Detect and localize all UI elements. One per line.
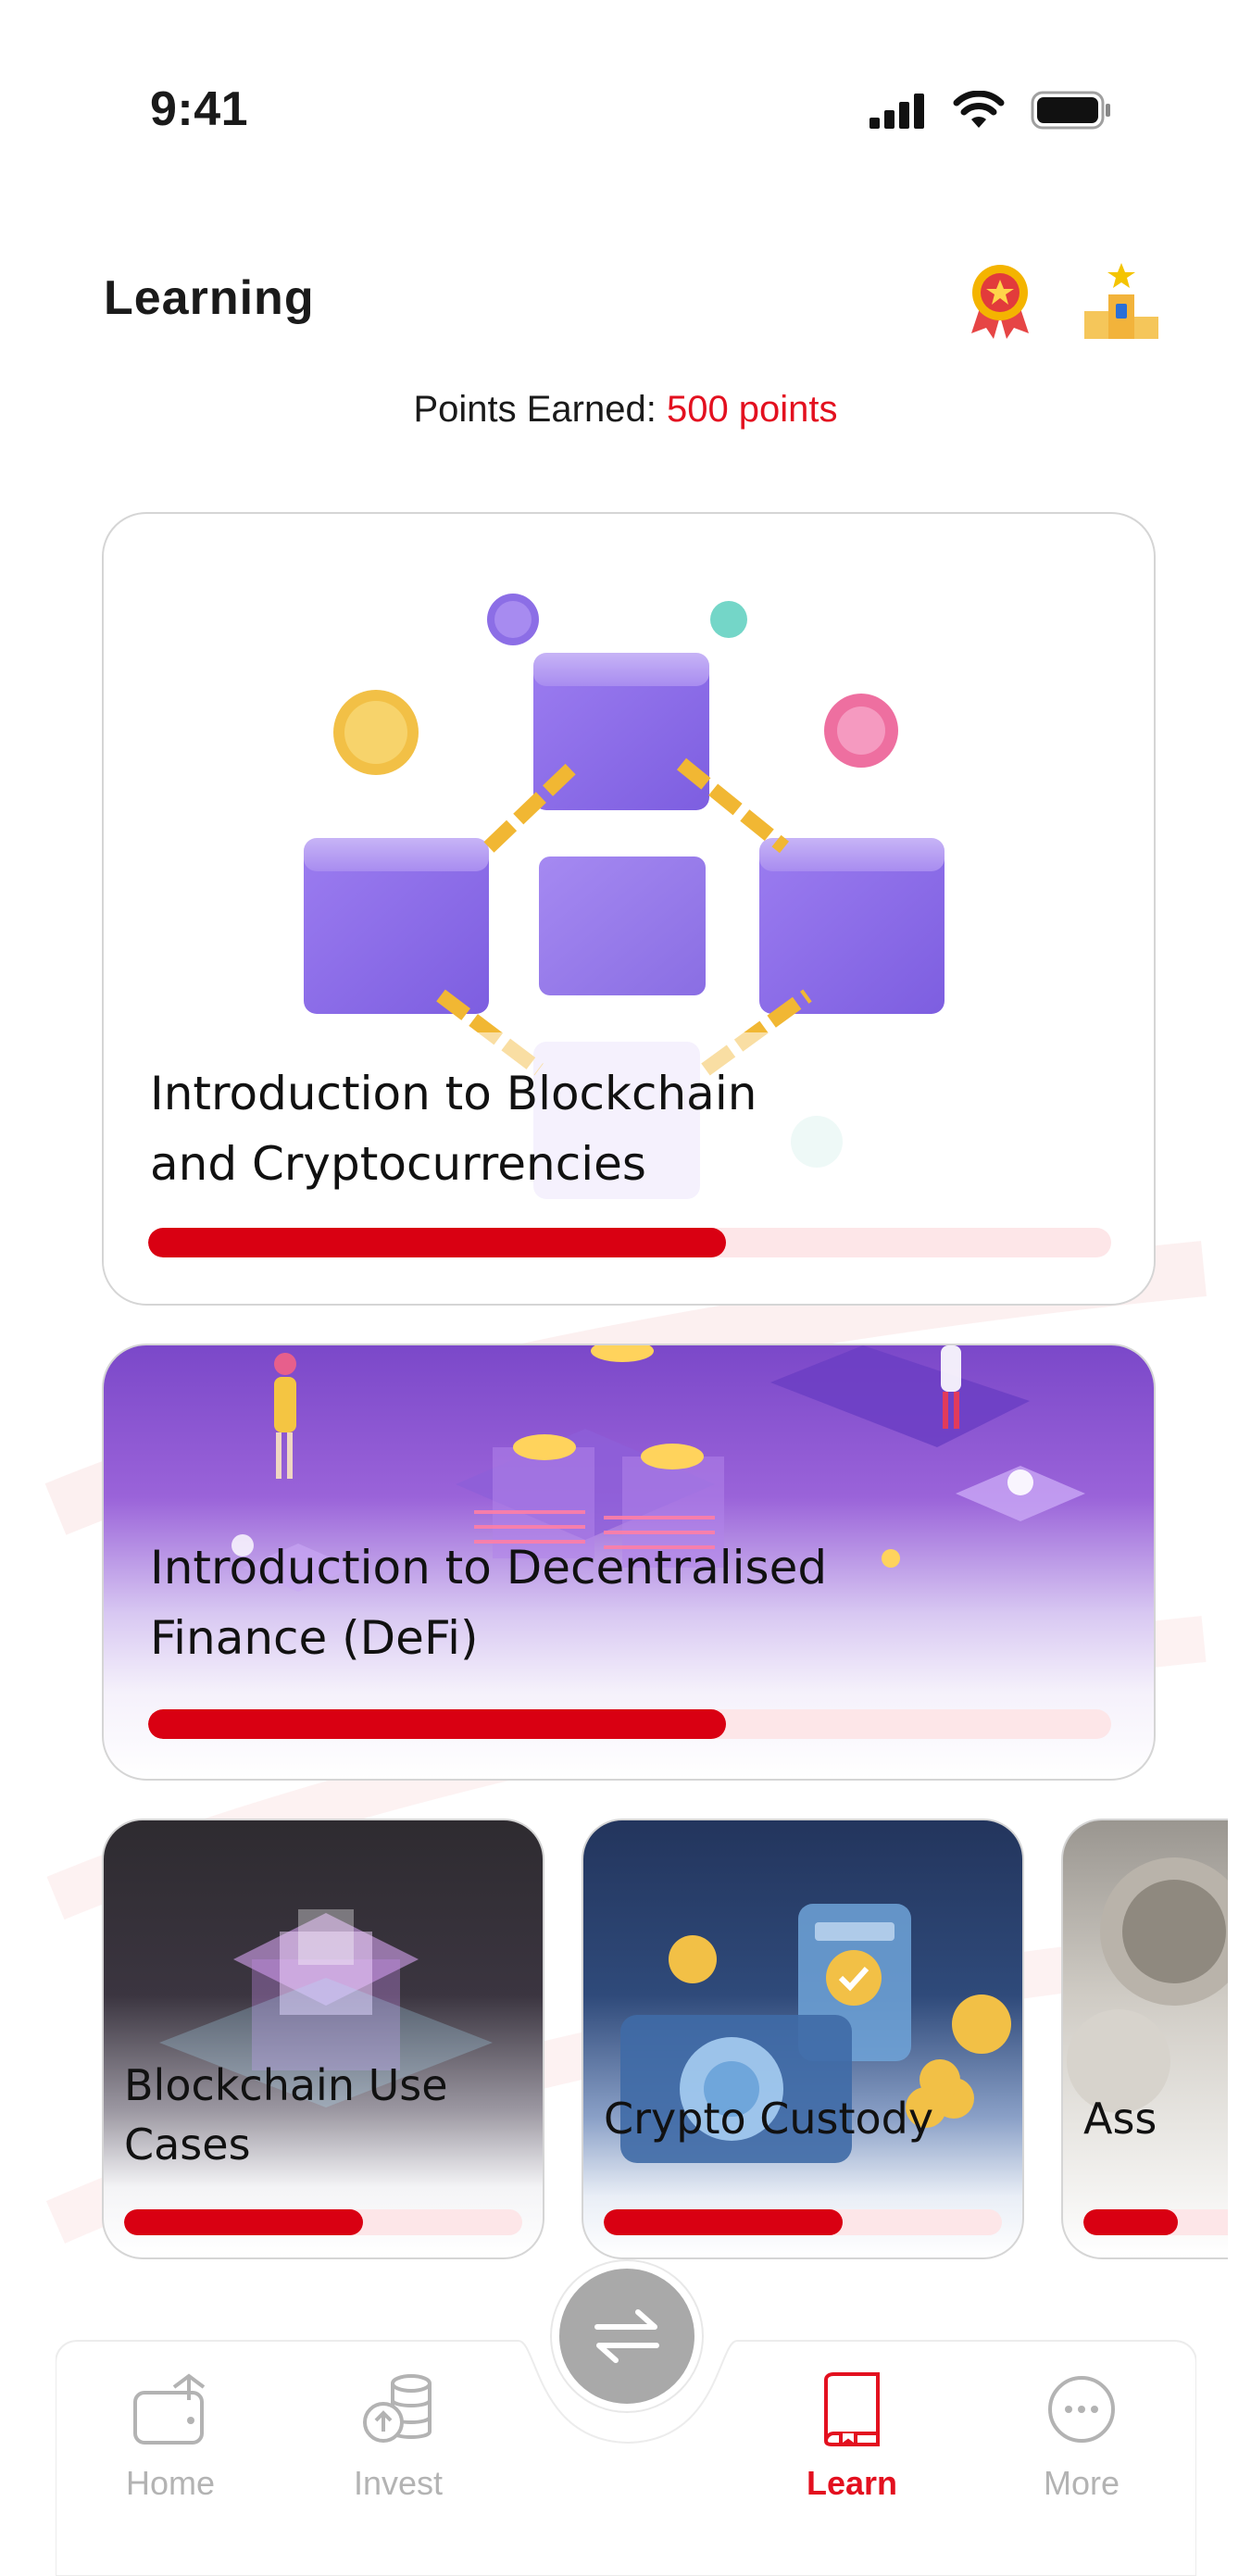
wifi-icon bbox=[953, 91, 1005, 128]
book-icon bbox=[824, 2372, 880, 2450]
course-card-partial[interactable]: Ass bbox=[1061, 1819, 1228, 2259]
course-progress-fill bbox=[604, 2209, 843, 2235]
course-card-crypto-custody[interactable]: Crypto Custody bbox=[582, 1819, 1024, 2259]
nav-label-more: More bbox=[1043, 2464, 1120, 2502]
nav-item-home[interactable]: Home bbox=[87, 2372, 254, 2503]
medal-icon[interactable] bbox=[968, 261, 1032, 339]
course-card-defi[interactable]: Introduction to Decentralised Finance (D… bbox=[102, 1344, 1156, 1781]
use-cases-illustration bbox=[159, 1909, 493, 2107]
nav-item-invest[interactable]: Invest bbox=[315, 2372, 482, 2503]
course-title: Introduction to Blockchain and Cryptocur… bbox=[150, 1067, 757, 1191]
course-progress bbox=[604, 2209, 1002, 2235]
nav-label-invest: Invest bbox=[353, 2464, 444, 2502]
points-value: 500 points bbox=[666, 389, 838, 430]
page-title: Learning bbox=[104, 271, 315, 325]
course-card-use-cases[interactable]: Blockchain Use Cases bbox=[102, 1819, 544, 2259]
course-progress-fill bbox=[124, 2209, 363, 2235]
course-progress bbox=[148, 1228, 1111, 1257]
status-time: 9:41 bbox=[150, 82, 249, 136]
points-label: Points Earned: bbox=[413, 389, 657, 430]
course-title: Crypto Custody bbox=[604, 2094, 934, 2144]
crypto-custody-illustration bbox=[620, 1904, 1011, 2163]
header-actions bbox=[968, 261, 1158, 339]
course-progress bbox=[1083, 2209, 1228, 2235]
signal-icon bbox=[869, 94, 924, 129]
status-icons bbox=[869, 91, 1112, 130]
course-title: Ass bbox=[1083, 2094, 1157, 2144]
coins-photo-illustration bbox=[1067, 1857, 1228, 2113]
swap-button[interactable] bbox=[552, 2261, 702, 2411]
nav-label-learn: Learn bbox=[806, 2464, 898, 2502]
course-progress-fill bbox=[1083, 2209, 1178, 2235]
battery-icon bbox=[1031, 91, 1110, 130]
course-card-blockchain[interactable]: Introduction to Blockchain and Cryptocur… bbox=[102, 512, 1156, 1306]
nav-item-more[interactable]: More bbox=[998, 2372, 1165, 2503]
status-bar: 9:41 bbox=[0, 0, 1251, 213]
course-title: Introduction to Decentralised Finance (D… bbox=[150, 1541, 828, 1665]
course-progress-fill bbox=[148, 1228, 726, 1257]
course-progress-fill bbox=[148, 1709, 726, 1739]
leaderboard-podium-icon[interactable] bbox=[1084, 261, 1158, 339]
wallet-icon bbox=[133, 2373, 206, 2445]
coins-icon bbox=[363, 2374, 432, 2443]
swap-icon bbox=[594, 2309, 659, 2363]
points-earned: Points Earned: 500 points bbox=[0, 389, 1251, 431]
home-indicator bbox=[482, 2550, 769, 2559]
course-title: Blockchain Use Cases bbox=[124, 2060, 448, 2170]
nav-item-learn[interactable]: Learn bbox=[769, 2372, 935, 2503]
nav-label-home: Home bbox=[125, 2464, 216, 2502]
more-dots-icon bbox=[1048, 2376, 1115, 2443]
course-progress bbox=[124, 2209, 522, 2235]
course-progress bbox=[148, 1709, 1111, 1739]
